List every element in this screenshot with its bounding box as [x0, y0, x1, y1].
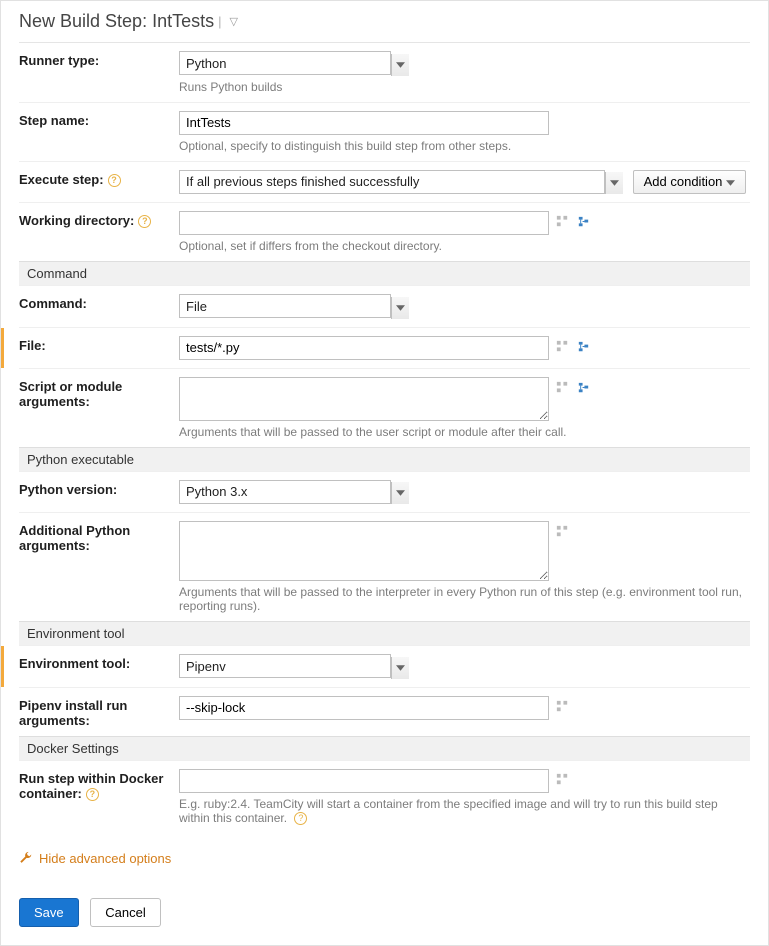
wrench-icon [19, 851, 33, 865]
vcs-picker-icon[interactable] [555, 380, 570, 395]
python-version-label: Python version: [19, 471, 179, 513]
script-args-input[interactable] [179, 377, 549, 421]
chevron-down-icon [396, 665, 405, 671]
execute-step-label: Execute step:? [19, 161, 179, 203]
python-version-select[interactable]: Python 3.x [179, 480, 409, 505]
help-icon[interactable]: ? [294, 812, 307, 825]
runner-type-select[interactable]: Python [179, 51, 409, 76]
vcs-picker-icon[interactable] [555, 339, 570, 354]
chevron-down-icon [396, 62, 405, 68]
step-name-hint: Optional, specify to distinguish this bu… [179, 139, 750, 153]
vcs-picker-icon[interactable] [555, 214, 570, 229]
page-title: New Build Step: IntTests [19, 11, 214, 32]
command-label: Command: [19, 286, 179, 328]
chevron-down-icon [726, 180, 735, 186]
section-env-tool: Environment tool [19, 622, 750, 646]
runner-type-label: Runner type: [19, 43, 179, 103]
additional-args-hint: Arguments that will be passed to the int… [179, 585, 750, 613]
docker-container-label: Run step within Dockercontainer:? [19, 760, 179, 833]
script-args-hint: Arguments that will be passed to the use… [179, 425, 750, 439]
file-input[interactable] [179, 336, 549, 360]
reorder-icon[interactable]: ▽ [230, 15, 238, 28]
save-button[interactable]: Save [19, 898, 79, 927]
title-separator: | [218, 14, 221, 29]
working-dir-input[interactable] [179, 211, 549, 235]
file-label: File: [19, 327, 179, 368]
additional-args-input[interactable] [179, 521, 549, 581]
pipenv-args-label: Pipenv install runarguments: [19, 687, 179, 736]
script-args-label: Script or modulearguments: [19, 368, 179, 447]
help-icon[interactable]: ? [138, 215, 151, 228]
command-select[interactable]: File [179, 294, 409, 319]
execute-step-select[interactable]: If all previous steps finished successfu… [179, 170, 623, 195]
vcs-picker-icon[interactable] [555, 699, 570, 714]
chevron-down-icon [396, 490, 405, 496]
cancel-button[interactable]: Cancel [90, 898, 160, 927]
step-name-input[interactable] [179, 111, 549, 135]
chevron-down-icon [610, 180, 619, 186]
section-command: Command [19, 262, 750, 286]
advanced-options-toggle[interactable]: Hide advanced options [19, 851, 171, 866]
tree-picker-icon[interactable] [576, 339, 591, 354]
help-icon[interactable]: ? [86, 788, 99, 801]
pipenv-args-input[interactable] [179, 696, 549, 720]
chevron-down-icon [396, 305, 405, 311]
tree-picker-icon[interactable] [576, 214, 591, 229]
runner-type-hint: Runs Python builds [179, 80, 750, 94]
add-condition-button[interactable]: Add condition [633, 170, 747, 194]
vcs-picker-icon[interactable] [555, 524, 570, 539]
help-icon[interactable]: ? [108, 174, 121, 187]
tree-picker-icon[interactable] [576, 380, 591, 395]
docker-container-hint: E.g. ruby:2.4. TeamCity will start a con… [179, 797, 750, 825]
env-tool-label: Environment tool: [19, 646, 179, 688]
env-tool-select[interactable]: Pipenv [179, 654, 409, 679]
additional-args-label: Additional Pythonarguments: [19, 513, 179, 622]
docker-container-input[interactable] [179, 769, 549, 793]
working-dir-label: Working directory:? [19, 203, 179, 262]
working-dir-hint: Optional, set if differs from the checko… [179, 239, 750, 253]
section-python-exec: Python executable [19, 447, 750, 471]
section-docker: Docker Settings [19, 736, 750, 760]
vcs-picker-icon[interactable] [555, 772, 570, 787]
step-name-label: Step name: [19, 102, 179, 161]
